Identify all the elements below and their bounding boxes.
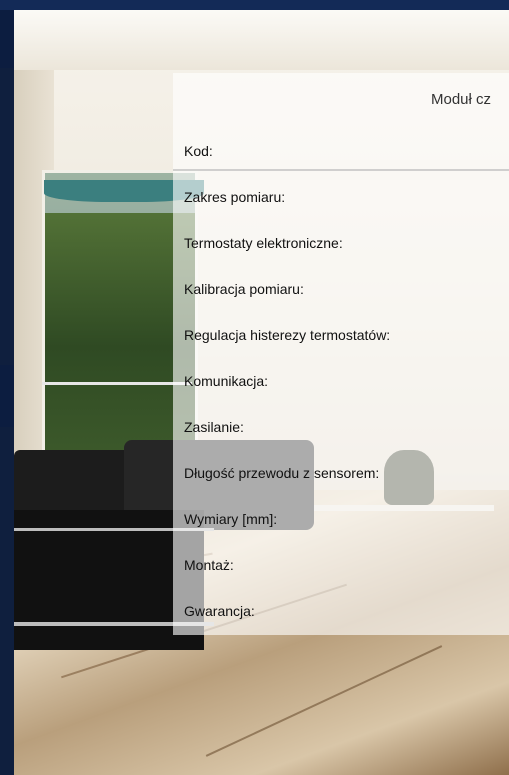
- divider: [173, 169, 509, 171]
- spec-label-montaz: Montaż:: [184, 557, 234, 573]
- left-tab-middle: [0, 365, 14, 427]
- spec-label-histereza: Regulacja histerezy termostatów:: [184, 327, 391, 343]
- spec-panel: Moduł cz Kod: Zakres pomiaru: Termostaty…: [173, 73, 509, 635]
- spec-label-kod: Kod:: [184, 143, 213, 159]
- left-tab-top: [0, 10, 14, 68]
- spec-label-wymiary: Wymiary [mm]:: [184, 511, 278, 527]
- spec-label-gwarancja: Gwarancja:: [184, 603, 255, 619]
- spec-label-zakres-pomiaru: Zakres pomiaru:: [184, 189, 286, 205]
- balcony-rail: [42, 382, 192, 385]
- spec-label-dlugosc-przewodu: Długość przewodu z sensorem:: [184, 465, 380, 481]
- spec-label-kalibracja: Kalibracja pomiaru:: [184, 281, 304, 297]
- spec-label-termostaty: Termostaty elektroniczne:: [184, 235, 343, 251]
- panel-title: Moduł cz: [431, 91, 492, 108]
- spec-label-zasilanie: Zasilanie:: [184, 419, 244, 435]
- spec-label-komunikacja: Komunikacja:: [184, 373, 269, 389]
- ceiling: [14, 10, 509, 70]
- top-band: [0, 0, 509, 10]
